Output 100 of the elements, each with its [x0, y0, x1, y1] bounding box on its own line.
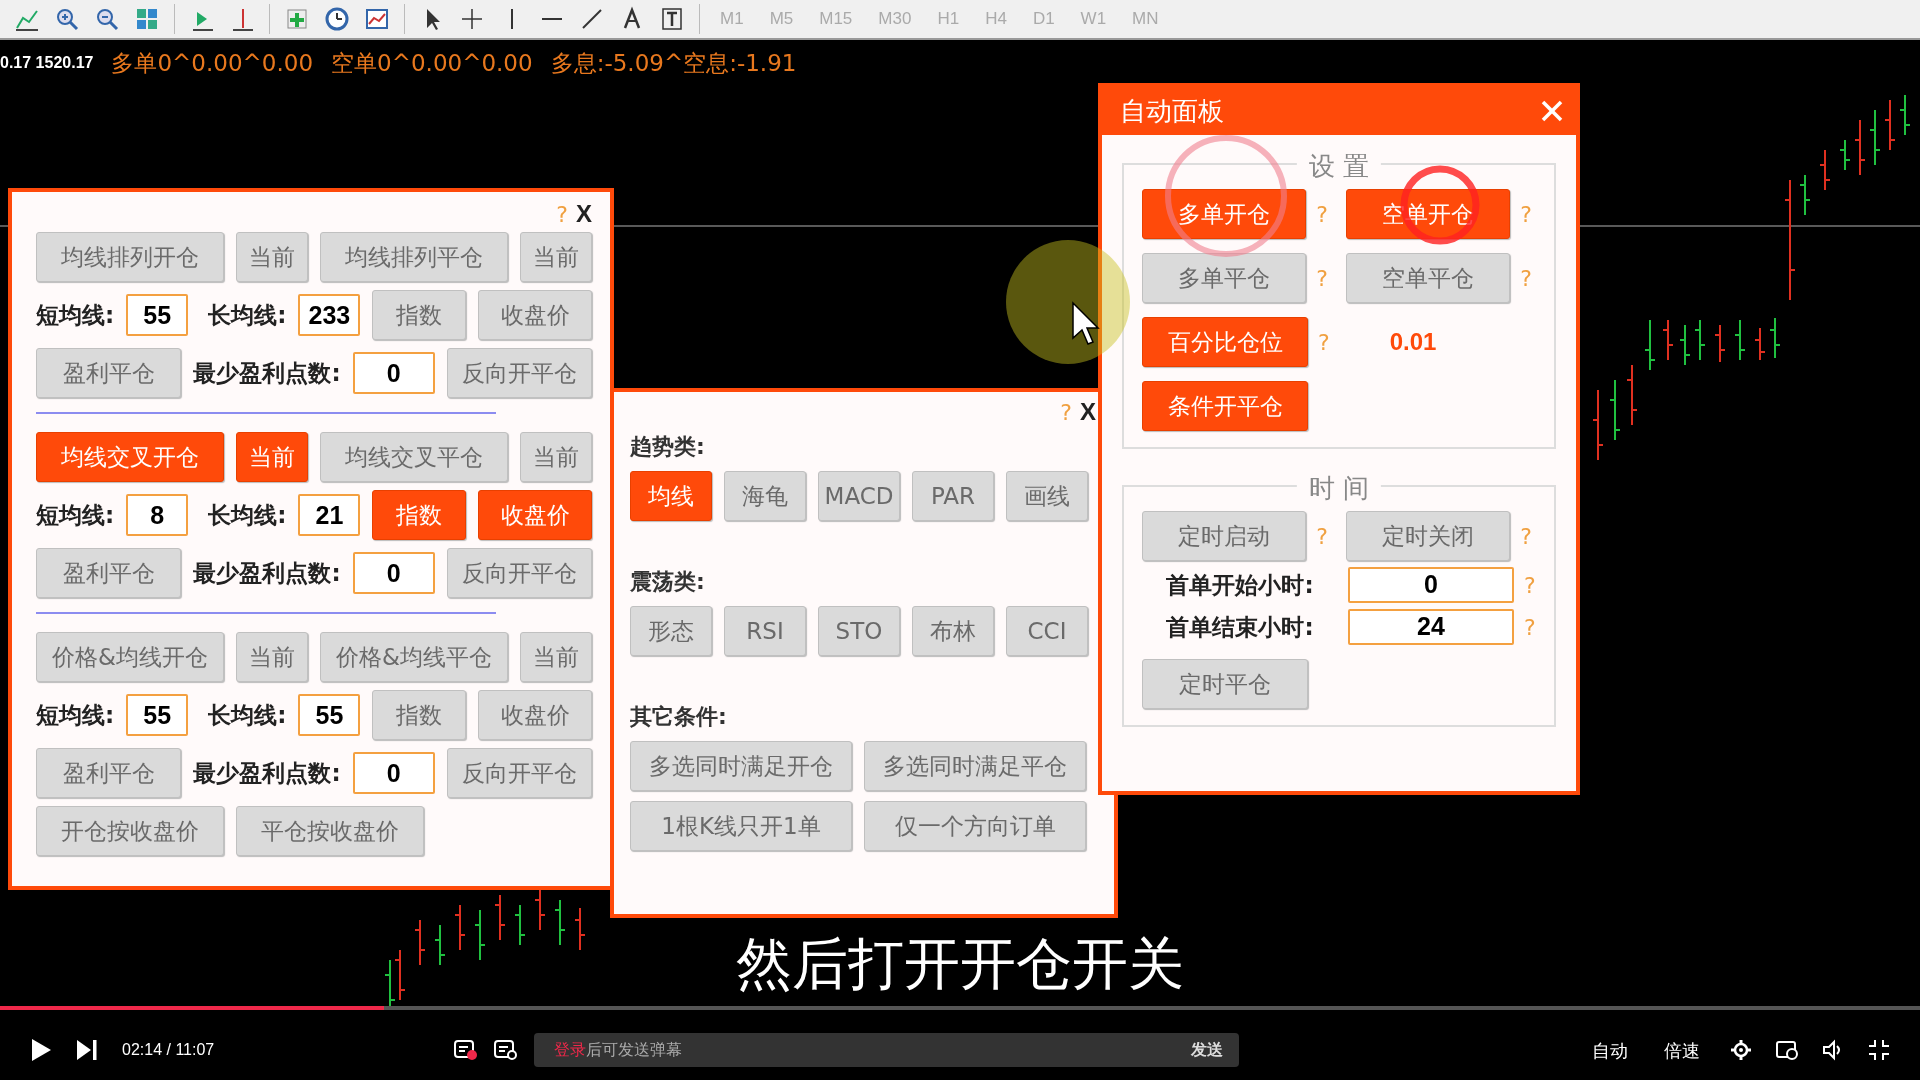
current-toggle[interactable]: 当前	[520, 632, 592, 682]
danmaku-settings[interactable]	[494, 1039, 519, 1061]
zoom-out-icon[interactable]	[94, 6, 120, 32]
signal-toggle[interactable]: CCI	[1006, 606, 1088, 656]
timeframe-button[interactable]: M15	[813, 6, 859, 32]
current-toggle[interactable]: 当前	[236, 432, 308, 482]
signal-toggle[interactable]: RSI	[724, 606, 806, 656]
reverse-toggle[interactable]: 反向开平仓	[446, 348, 592, 398]
grid-icon[interactable]	[134, 6, 160, 32]
player-option[interactable]: 倍速	[1658, 1035, 1706, 1065]
help-mark[interactable]: ?	[1520, 197, 1532, 231]
current-toggle[interactable]: 当前	[236, 232, 308, 282]
auto-toggle[interactable]: 定时平仓	[1142, 659, 1308, 709]
open-toggle[interactable]: 均线排列开仓	[36, 232, 224, 282]
reverse-toggle[interactable]: 反向开平仓	[446, 748, 592, 798]
close-toggle[interactable]: 均线排列平仓	[320, 232, 508, 282]
timeframe-button[interactable]: MN	[1126, 6, 1165, 32]
close-price-mode-toggle[interactable]: 开仓按收盘价	[36, 806, 224, 856]
timeframe-button[interactable]: M5	[763, 6, 800, 32]
auto-toggle[interactable]: 条件开平仓	[1142, 381, 1308, 431]
timeframe-button[interactable]: W1	[1074, 6, 1113, 32]
signal-toggle[interactable]: PAR	[912, 471, 994, 521]
signal-toggle[interactable]: 海龟	[724, 471, 806, 521]
profit-close-toggle[interactable]: 盈利平仓	[36, 348, 182, 398]
danmaku-toggle[interactable]	[454, 1039, 479, 1061]
period-field[interactable]: 55	[126, 294, 189, 336]
help-mark[interactable]: ?	[1316, 519, 1328, 553]
ema-toggle[interactable]: 指数	[372, 290, 467, 340]
open-toggle[interactable]: 价格&均线开仓	[36, 632, 224, 682]
close-icon[interactable]	[1540, 99, 1564, 123]
hour-field[interactable]: 0	[1348, 567, 1514, 603]
close-button[interactable]: X	[576, 196, 592, 232]
min-profit-field[interactable]: 0	[352, 752, 435, 794]
period-field[interactable]: 55	[126, 694, 189, 736]
condition-toggle[interactable]: 多选同时满足开仓	[630, 741, 852, 791]
close-price-toggle[interactable]: 收盘价	[478, 290, 592, 340]
signal-toggle[interactable]: MACD	[818, 471, 900, 521]
player-option[interactable]: 自动	[1586, 1035, 1634, 1065]
period-field[interactable]: 55	[298, 694, 361, 736]
signal-toggle[interactable]: 形态	[630, 606, 712, 656]
settings-icon[interactable]	[1730, 1039, 1752, 1061]
reverse-toggle[interactable]: 反向开平仓	[446, 548, 592, 598]
open-toggle[interactable]: 均线交叉开仓	[36, 432, 224, 482]
help-mark[interactable]: ?	[1060, 395, 1072, 429]
profit-close-toggle[interactable]: 盈利平仓	[36, 748, 182, 798]
ema-toggle[interactable]: 指数	[372, 690, 467, 740]
timeframe-button[interactable]: H4	[979, 6, 1013, 32]
close-button[interactable]: X	[1080, 394, 1096, 430]
condition-toggle[interactable]: 仅一个方向订单	[864, 801, 1086, 851]
danmaku-input[interactable]: 登录后可发送弹幕 发送	[534, 1033, 1240, 1067]
period-field[interactable]: 21	[298, 494, 361, 536]
send-button[interactable]: 发送	[1185, 1037, 1230, 1063]
help-mark[interactable]: ?	[1520, 261, 1532, 295]
signal-toggle[interactable]: STO	[818, 606, 900, 656]
current-toggle[interactable]: 当前	[520, 432, 592, 482]
ema-toggle[interactable]: 指数	[372, 490, 467, 540]
period-field[interactable]: 8	[126, 494, 189, 536]
auto-toggle[interactable]: 百分比仓位	[1142, 317, 1308, 367]
timeframe-button[interactable]: D1	[1026, 6, 1061, 32]
play-button[interactable]	[30, 1038, 52, 1062]
zoom-in-icon[interactable]	[54, 6, 80, 32]
condition-toggle[interactable]: 1根K线只开1单	[630, 801, 852, 851]
plus-icon[interactable]	[284, 6, 310, 32]
profit-close-toggle[interactable]: 盈利平仓	[36, 548, 182, 598]
auto-toggle[interactable]: 定时关闭	[1346, 511, 1511, 561]
next-button[interactable]	[76, 1039, 98, 1061]
auto-toggle[interactable]: 空单平仓	[1346, 253, 1511, 303]
current-toggle[interactable]: 当前	[236, 632, 308, 682]
close-toggle[interactable]: 价格&均线平仓	[320, 632, 508, 682]
auto-toggle[interactable]: 多单开仓	[1142, 189, 1307, 239]
condition-toggle[interactable]: 多选同时满足平仓	[864, 741, 1086, 791]
signal-toggle[interactable]: 画线	[1006, 471, 1088, 521]
timeframe-button[interactable]: M30	[872, 6, 918, 32]
auto-toggle[interactable]: 多单平仓	[1142, 253, 1307, 303]
current-toggle[interactable]: 当前	[520, 232, 592, 282]
help-mark[interactable]: ?	[1316, 261, 1328, 295]
crosshair-icon[interactable]	[459, 6, 485, 32]
auto-toggle[interactable]: 定时启动	[1142, 511, 1307, 561]
min-profit-field[interactable]: 0	[352, 352, 435, 394]
signal-toggle[interactable]: 均线	[630, 471, 712, 521]
min-profit-field[interactable]: 0	[352, 552, 435, 594]
picture-in-picture-icon[interactable]	[1776, 1039, 1798, 1061]
timeframe-button[interactable]: H1	[931, 6, 966, 32]
login-link[interactable]: 登录	[554, 1038, 587, 1062]
help-mark[interactable]: ?	[1524, 568, 1536, 602]
template-icon[interactable]	[364, 6, 390, 32]
text-label-icon[interactable]	[659, 6, 685, 32]
close-price-mode-toggle[interactable]: 平仓按收盘价	[236, 806, 424, 856]
period-field[interactable]: 233	[298, 294, 361, 336]
close-toggle[interactable]: 均线交叉平仓	[320, 432, 508, 482]
help-mark[interactable]: ?	[1520, 519, 1532, 553]
help-mark[interactable]: ?	[1524, 610, 1536, 644]
clock-icon[interactable]	[324, 6, 350, 32]
hour-field[interactable]: 24	[1348, 609, 1514, 645]
signal-toggle[interactable]: 布林	[912, 606, 994, 656]
fullscreen-icon[interactable]	[1868, 1039, 1890, 1061]
help-mark[interactable]: ?	[1318, 325, 1330, 359]
help-mark[interactable]: ?	[1316, 197, 1328, 231]
help-mark[interactable]: ?	[556, 197, 568, 231]
close-price-toggle[interactable]: 收盘价	[478, 490, 592, 540]
